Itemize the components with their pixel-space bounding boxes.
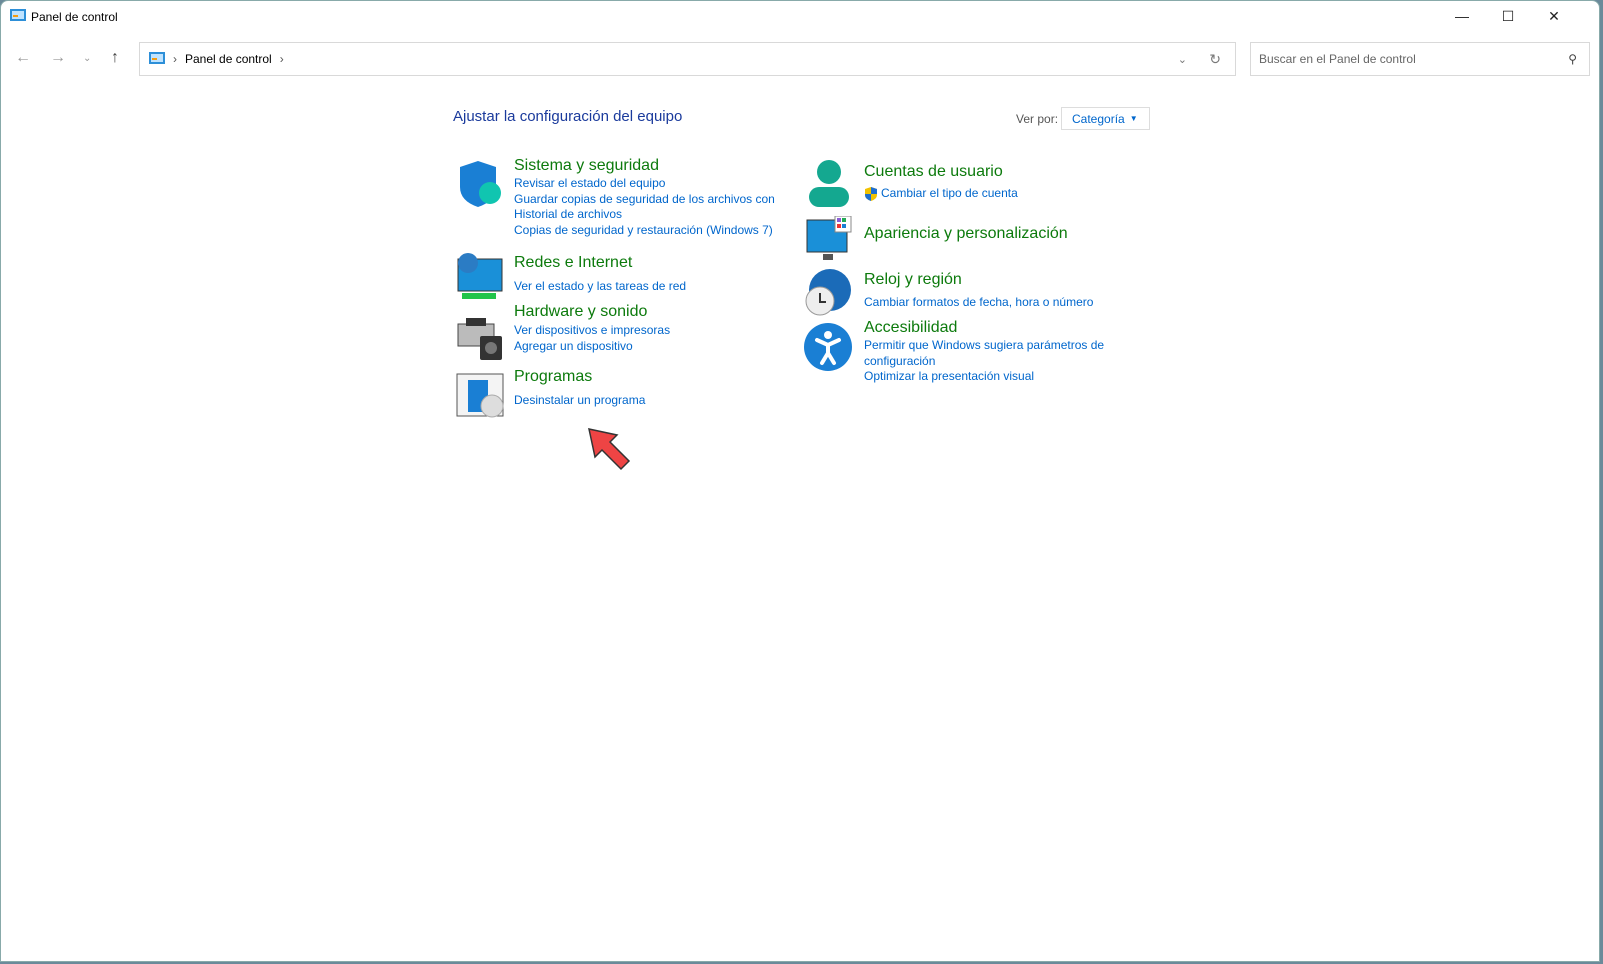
category-hardware-y-sonido[interactable]: Hardware y sonido bbox=[514, 303, 647, 321]
category-apariencia-y-personalizacion[interactable]: Apariencia y personalización bbox=[864, 225, 1068, 243]
search-icon[interactable]: ⚲ bbox=[1568, 52, 1577, 66]
category-sistema-y-seguridad[interactable]: Sistema y seguridad bbox=[514, 157, 659, 175]
link-estado-red[interactable]: Ver el estado y las tareas de red bbox=[514, 279, 686, 295]
link-cambiar-formatos[interactable]: Cambiar formatos de fecha, hora o número bbox=[864, 295, 1093, 311]
link-cambiar-tipo-cuenta[interactable]: Cambiar el tipo de cuenta bbox=[881, 186, 1018, 202]
category-programas[interactable]: Programas bbox=[514, 368, 592, 386]
network-globe-icon bbox=[457, 253, 503, 299]
printer-speaker-icon bbox=[457, 318, 502, 360]
system-security-shield-icon bbox=[460, 161, 501, 207]
category-redes-e-internet[interactable]: Redes e Internet bbox=[514, 254, 632, 272]
red-pointer-arrow-icon bbox=[588, 428, 631, 471]
link-desinstalar-programa[interactable]: Desinstalar un programa bbox=[514, 393, 645, 409]
appearance-monitor-icon bbox=[806, 216, 852, 260]
breadcrumb-panel-de-control[interactable]: Panel de control bbox=[185, 52, 272, 66]
view-by-label: Ver por: bbox=[1016, 112, 1059, 126]
user-accounts-icon bbox=[809, 160, 849, 207]
category-cuentas-de-usuario[interactable]: Cuentas de usuario bbox=[864, 163, 1003, 181]
accessibility-icon bbox=[804, 323, 852, 371]
breadcrumb-chevron-icon[interactable]: › bbox=[280, 52, 284, 66]
recent-locations-chevron-icon[interactable]: ⌄ bbox=[83, 53, 91, 64]
refresh-icon[interactable]: ↻ bbox=[1209, 51, 1221, 68]
page-heading: Ajustar la configuración del equipo bbox=[453, 108, 683, 125]
link-revisar-estado[interactable]: Revisar el estado del equipo bbox=[514, 176, 794, 192]
clock-globe-icon bbox=[805, 269, 851, 316]
address-dropdown-icon[interactable]: ⌄ bbox=[1178, 53, 1187, 66]
view-by-value: Categoría bbox=[1072, 111, 1125, 126]
search-placeholder: Buscar en el Panel de control bbox=[1259, 52, 1416, 66]
control-panel-icon bbox=[10, 9, 26, 21]
view-by-dropdown[interactable]: Categoría ▼ bbox=[1061, 107, 1150, 130]
up-button[interactable]: ↑ bbox=[111, 49, 119, 67]
dropdown-arrow-icon: ▼ bbox=[1129, 114, 1138, 123]
control-panel-window: Panel de control — ☐ ✕ ← → ⌄ ↑ › Panel d… bbox=[0, 0, 1600, 962]
address-bar[interactable]: › Panel de control › ⌄ ↻ bbox=[139, 42, 1236, 76]
close-button[interactable]: ✕ bbox=[1531, 1, 1577, 31]
minimize-button[interactable]: — bbox=[1439, 1, 1485, 31]
search-input[interactable]: Buscar en el Panel de control ⚲ bbox=[1250, 42, 1590, 76]
control-panel-icon bbox=[149, 52, 165, 64]
category-accesibilidad[interactable]: Accesibilidad bbox=[864, 319, 957, 337]
link-permitir-sugerencias[interactable]: Permitir que Windows sugiera parámetros … bbox=[864, 338, 1129, 369]
breadcrumb-separator-icon: › bbox=[173, 52, 177, 66]
link-optimizar-presentacion[interactable]: Optimizar la presentación visual bbox=[864, 369, 1129, 385]
category-reloj-y-region[interactable]: Reloj y región bbox=[864, 271, 962, 289]
window-title: Panel de control bbox=[31, 10, 118, 24]
link-copias-seguridad[interactable]: Copias de seguridad y restauración (Wind… bbox=[514, 223, 794, 239]
maximize-button[interactable]: ☐ bbox=[1485, 1, 1531, 31]
link-agregar-dispositivo[interactable]: Agregar un dispositivo bbox=[514, 339, 670, 355]
link-ver-dispositivos[interactable]: Ver dispositivos e impresoras bbox=[514, 323, 670, 339]
forward-button[interactable]: → bbox=[50, 49, 66, 67]
uac-shield-icon bbox=[865, 186, 877, 201]
link-historial-archivos[interactable]: Guardar copias de seguridad de los archi… bbox=[514, 192, 794, 223]
back-button[interactable]: ← bbox=[15, 49, 31, 67]
programs-disc-icon bbox=[456, 373, 504, 418]
